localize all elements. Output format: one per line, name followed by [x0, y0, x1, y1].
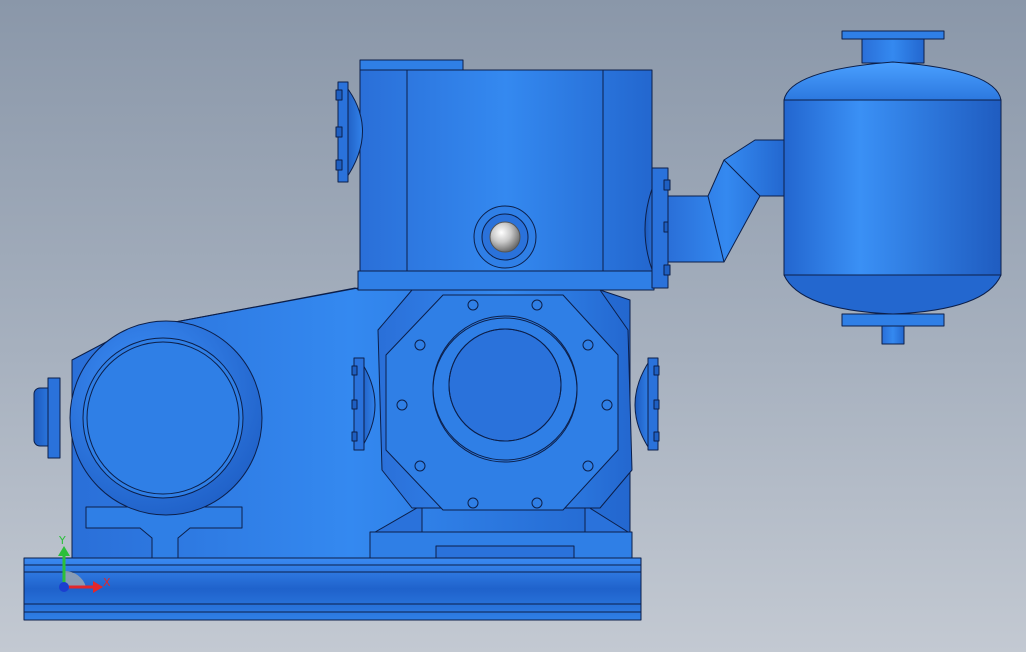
- pump-assembly-model[interactable]: Y X: [0, 0, 1026, 652]
- cad-viewport[interactable]: Y X: [0, 0, 1026, 652]
- x-axis-label: X: [103, 576, 111, 589]
- sight-glass: [473, 205, 537, 269]
- y-axis-head: [58, 546, 70, 556]
- base-rail: [23, 557, 642, 621]
- right-mid-flange: [634, 357, 660, 451]
- z-axis-dot: [59, 582, 69, 592]
- shaft-coupling: [33, 377, 61, 459]
- tank: [783, 30, 1002, 345]
- upper-left-flange: [335, 81, 363, 183]
- elbow-pipe: [667, 139, 786, 263]
- motor: [69, 320, 263, 516]
- y-axis-label: Y: [58, 534, 66, 547]
- pump-housing: [377, 289, 633, 511]
